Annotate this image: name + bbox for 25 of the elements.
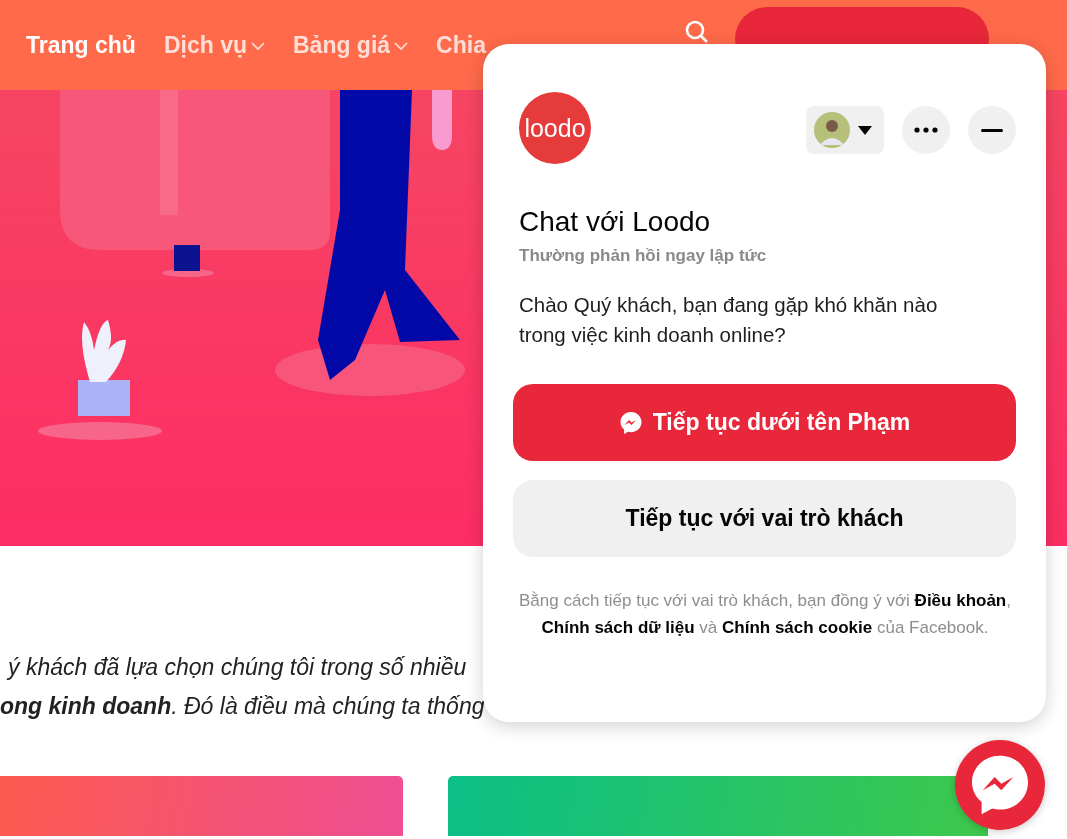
search-icon[interactable] (684, 18, 710, 45)
account-switcher-button[interactable] (806, 106, 884, 154)
response-time-text: Thường phản hồi ngay lập tức (519, 246, 768, 266)
more-icon (914, 127, 938, 133)
messenger-chat-button[interactable] (955, 740, 1045, 830)
intro-text: ý khách đã lựa chọn chúng tôi trong số nhiều (5, 654, 468, 681)
greeting-message: Chào Quý khách, bạn đang gặp khó khăn nào trong việc kinh doanh online? (519, 292, 939, 348)
chat-title: Chat với Loodo (519, 206, 712, 238)
minimize-icon (981, 128, 1003, 132)
nav-link[interactable]: Bảng giá (293, 31, 409, 59)
chevron-down-icon (394, 41, 409, 51)
messenger-icon (618, 410, 643, 435)
nav-link[interactable]: Dịch vụ (163, 31, 265, 59)
terms-notice: Bằng cách tiếp tục với vai trò khách, bạn đồng ý với Điều khoản, Chính sách dữ liệu và Chính sách cookie của Facebook. (519, 590, 1011, 639)
nav-link[interactable]: Chia (436, 31, 486, 59)
nav-link[interactable]: Trang chủ (26, 31, 136, 59)
minimize-button[interactable] (968, 106, 1016, 154)
continue-as-user-button[interactable]: Tiếp tục dưới tên Phạm (513, 384, 1016, 461)
avatar-icon (814, 112, 850, 148)
chevron-down-icon (251, 41, 265, 51)
more-options-button[interactable] (902, 106, 950, 154)
loodo-logo: loodo (519, 92, 591, 164)
continue-as-guest-button[interactable]: Tiếp tục với vai trò khách (513, 480, 1016, 557)
intro-text: ong kinh doanh. Đó là điều mà chúng ta thống (0, 693, 486, 720)
caret-icon (858, 125, 872, 135)
